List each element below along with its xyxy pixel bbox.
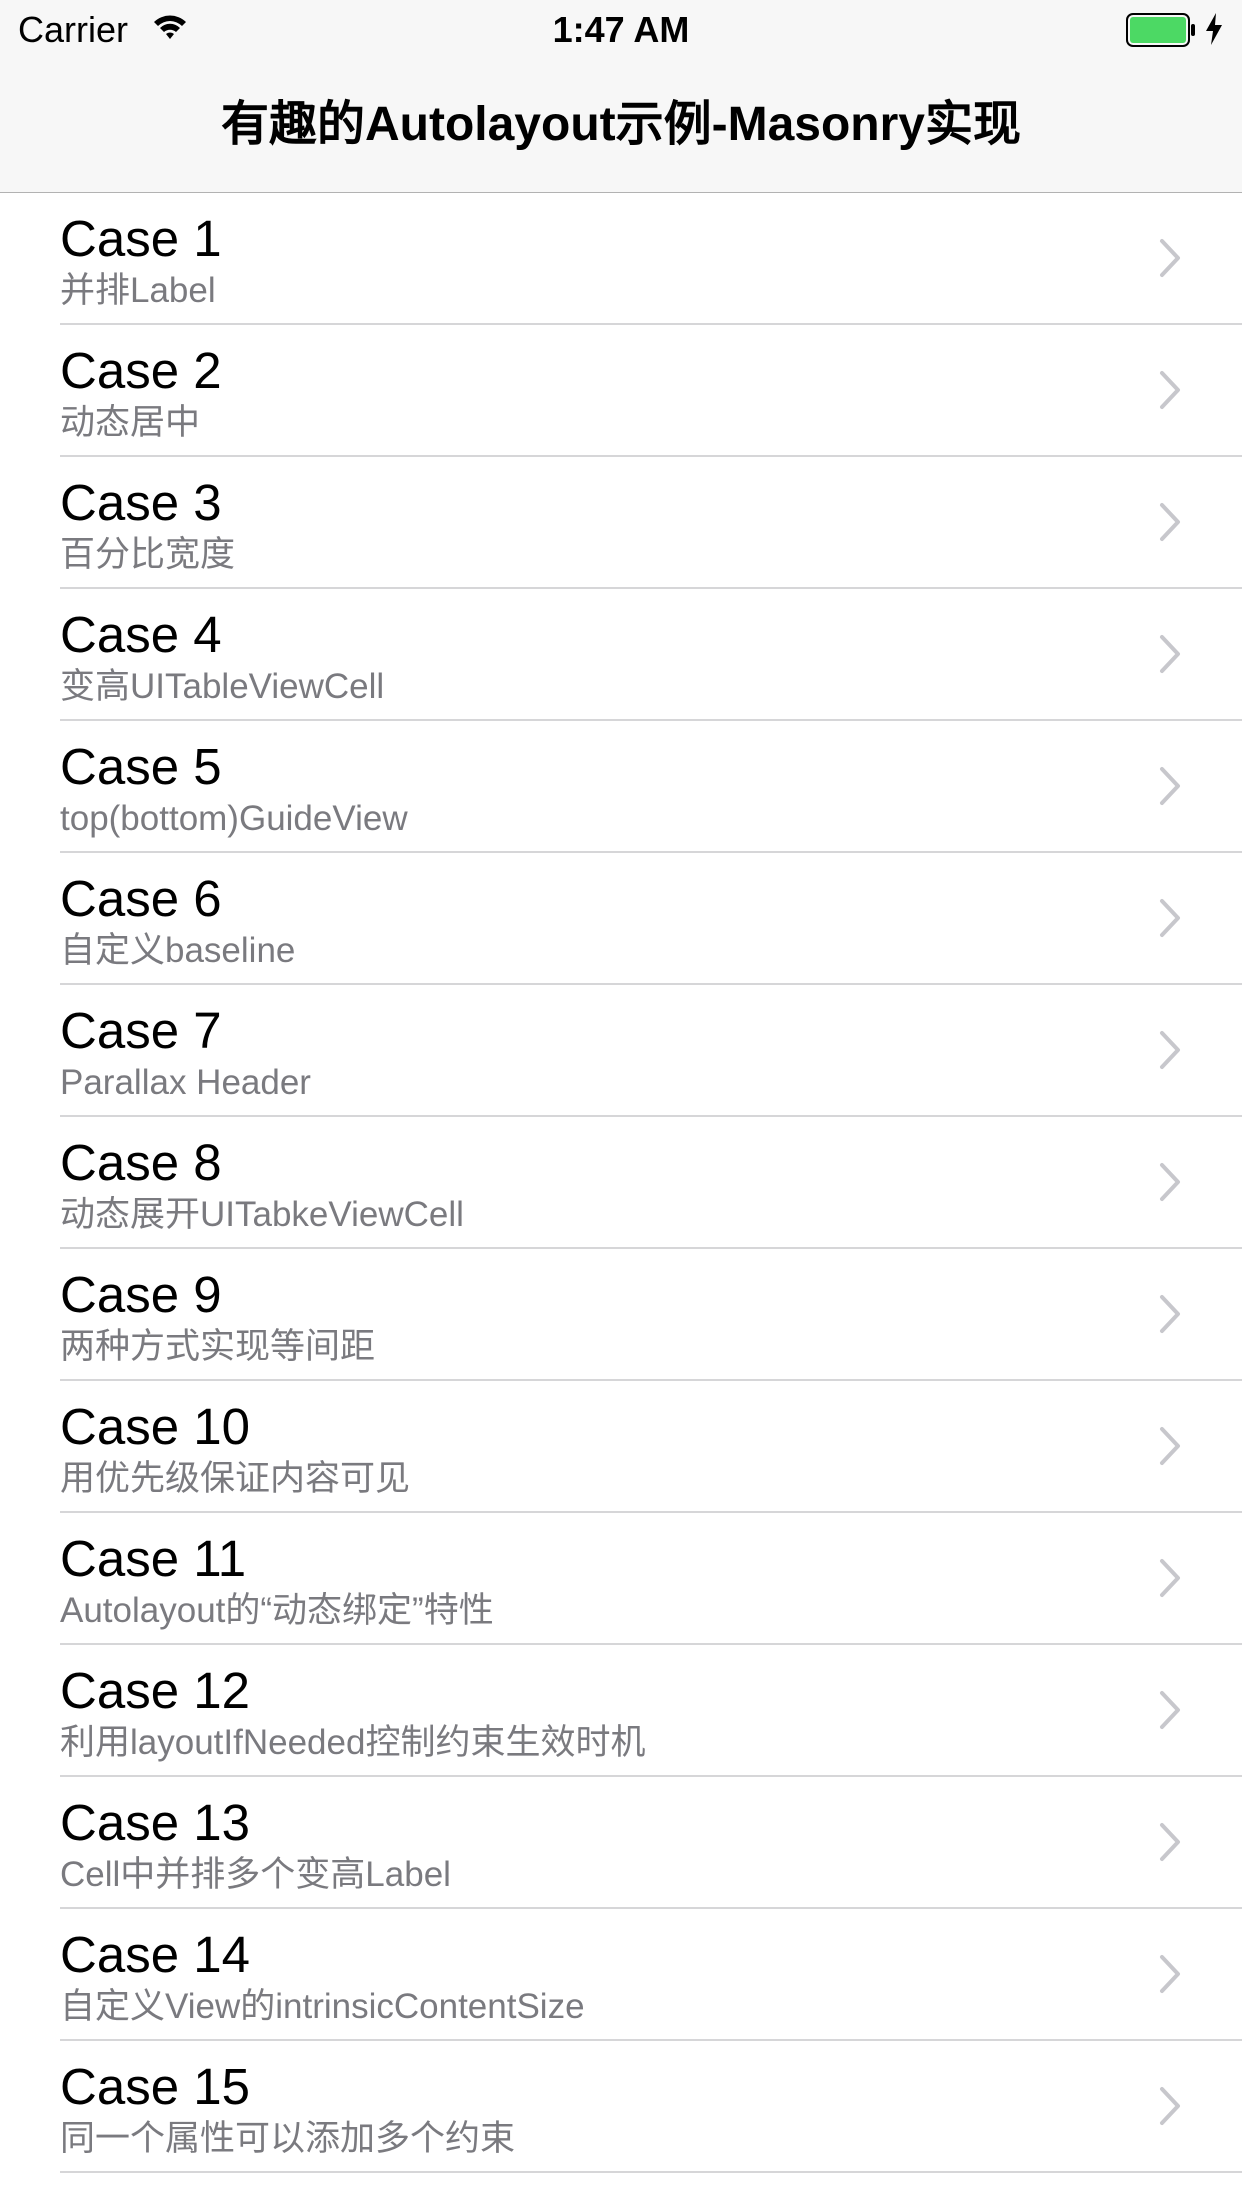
cell-title: Case 8 [60,1134,222,1191]
chevron-right-icon [1160,1427,1180,1465]
table-row[interactable]: Case 9 两种方式实现等间距 [0,1249,1242,1381]
cell-title: Case 12 [60,1662,250,1719]
table-row[interactable]: Case 6 自定义baseline [0,853,1242,985]
cell-subtitle: 两种方式实现等间距 [60,1327,376,1366]
chevron-right-icon [1160,1295,1180,1333]
cell-title: Case 7 [60,1002,222,1059]
chevron-right-icon [1160,899,1180,937]
cell-title: Case 2 [60,342,222,399]
navigation-bar: 有趣的Autolayout示例-Masonry实现 [0,60,1242,193]
cell-title: Case 1 [60,210,222,267]
table-row[interactable]: Case 7 Parallax Header [0,985,1242,1117]
cell-subtitle: 用优先级保证内容可见 [60,1459,411,1498]
table-row[interactable]: Case 14 自定义View的intrinsicContentSize [0,1909,1242,2041]
cell-title: Case 10 [60,1398,250,1455]
table-row[interactable]: Case 11 Autolayout的“动态绑定”特性 [0,1513,1242,1645]
table-row[interactable]: Case 10 用优先级保证内容可见 [0,1381,1242,1513]
cell-title: Case 5 [60,738,222,795]
chevron-right-icon [1160,1163,1180,1201]
table-row[interactable]: Case 3 百分比宽度 [0,457,1242,589]
status-bar: Carrier 1:47 AM [0,0,1242,60]
clock: 1:47 AM [552,9,690,50]
cell-title: Case 15 [60,2058,250,2115]
cell-title: Case 3 [60,474,222,531]
cell-title: Case 11 [60,1530,247,1587]
chevron-right-icon [1160,2087,1180,2125]
table-row[interactable]: Case 4 变高UITableViewCell [0,589,1242,721]
cell-title: Case 14 [60,1926,250,1983]
cell-subtitle: 百分比宽度 [60,535,236,574]
table-row[interactable]: Case 15 同一个属性可以添加多个约束 [0,2041,1242,2173]
charging-bolt-icon [1206,13,1222,45]
battery-icon [1126,13,1195,47]
chevron-right-icon [1160,635,1180,673]
chevron-right-icon [1160,1823,1180,1861]
table-row[interactable]: Case 8 动态展开UITabkeViewCell [0,1117,1242,1249]
cell-subtitle: 利用layoutIfNeeded控制约束生效时机 [60,1723,646,1762]
chevron-right-icon [1160,239,1180,277]
chevron-right-icon [1160,503,1180,541]
chevron-right-icon [1160,1955,1180,1993]
cell-title: Case 13 [60,1794,250,1851]
table-row[interactable]: Case 12 利用layoutIfNeeded控制约束生效时机 [0,1645,1242,1777]
case-list: Case 1 并排Label Case 2 动态居中 Case 3 百分比宽度 Case 4… [0,193,1242,2173]
cell-title: Case 4 [60,606,222,663]
cell-subtitle: Parallax Header [60,1063,311,1102]
cell-subtitle: 自定义View的intrinsicContentSize [60,1987,585,2026]
chevron-right-icon [1160,767,1180,805]
table-row[interactable]: Case 1 并排Label [0,193,1242,325]
chevron-right-icon [1160,371,1180,409]
cell-subtitle: 自定义baseline [60,931,296,970]
cell-subtitle: Cell中并排多个变高Label [60,1855,451,1894]
cell-subtitle: 动态居中 [60,403,201,442]
chevron-right-icon [1160,1031,1180,1069]
cell-subtitle: Autolayout的“动态绑定”特性 [60,1591,494,1630]
cell-subtitle: 同一个属性可以添加多个约束 [60,2119,516,2158]
cell-subtitle: 动态展开UITabkeViewCell [60,1195,464,1234]
table-row[interactable]: Case 5 top(bottom)GuideView [0,721,1242,853]
chevron-right-icon [1160,1559,1180,1597]
table-row[interactable]: Case 13 Cell中并排多个变高Label [0,1777,1242,1909]
table-row[interactable]: Case 2 动态居中 [0,325,1242,457]
row-separator [60,2171,1242,2173]
cell-subtitle: 变高UITableViewCell [60,667,385,706]
chevron-right-icon [1160,1691,1180,1729]
cell-subtitle: 并排Label [60,271,216,310]
cell-subtitle: top(bottom)GuideView [60,799,408,838]
cell-title: Case 9 [60,1266,222,1323]
cell-title: Case 6 [60,870,222,927]
page-title: 有趣的Autolayout示例-Masonry实现 [220,98,1022,151]
